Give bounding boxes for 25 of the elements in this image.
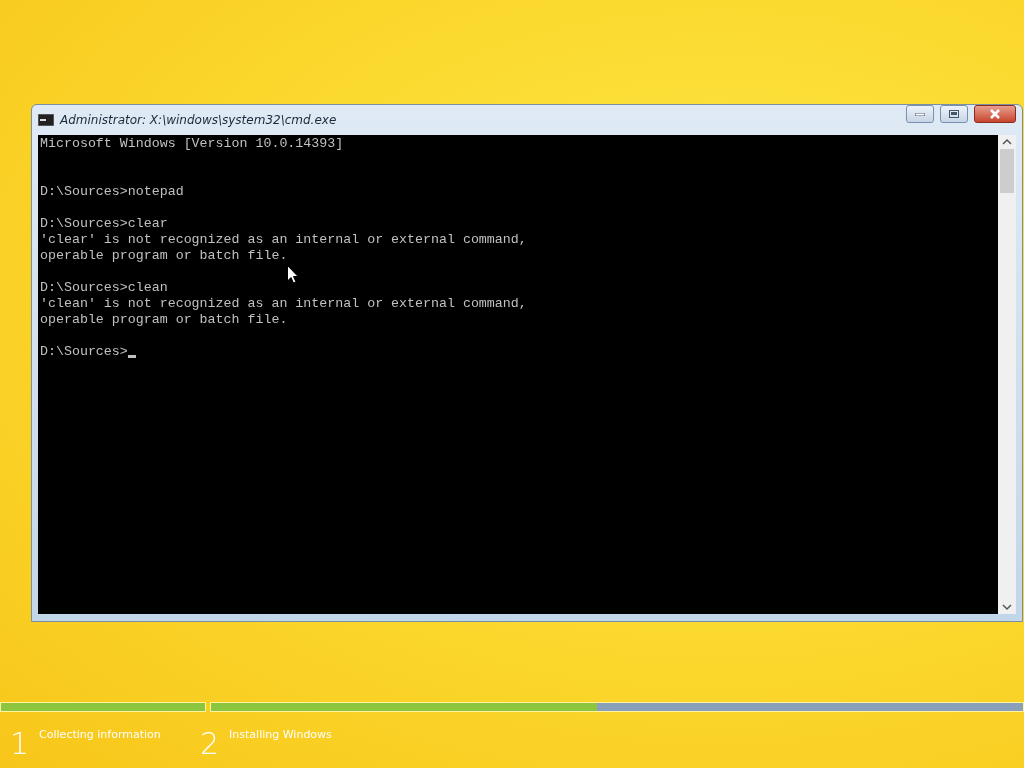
command-prompt: D:\Sources>: [40, 344, 128, 360]
maximize-button[interactable]: [940, 105, 968, 123]
console-line: D:\Sources>notepad: [40, 184, 184, 200]
console-line: D:\Sources>clear: [40, 216, 168, 232]
step-label: Collecting information: [39, 728, 161, 743]
console-line: 'clear' is not recognized as an internal or external command,: [40, 232, 527, 248]
scrollbar-thumb[interactable]: [1000, 149, 1014, 193]
step-number: 1: [10, 728, 30, 760]
console-line: 'clean' is not recognized as an internal or external command,: [40, 296, 527, 312]
console-line: Microsoft Windows [Version 10.0.14393]: [40, 136, 344, 152]
maximize-icon: [949, 110, 959, 118]
minimize-button[interactable]: [906, 105, 934, 123]
step-number: 2: [200, 728, 220, 760]
vertical-scrollbar[interactable]: [998, 135, 1016, 614]
console-line: operable program or batch file.: [40, 312, 288, 328]
minimize-icon: [915, 112, 925, 116]
console-icon: [38, 114, 54, 126]
close-icon: [989, 109, 1001, 119]
console-line: D:\Sources>clean: [40, 280, 168, 296]
text-cursor: [127, 355, 136, 358]
step-label: Installing Windows: [229, 728, 332, 743]
console-line: operable program or batch file.: [40, 248, 288, 264]
mouse-pointer-icon: [287, 265, 299, 284]
window-title: Administrator: X:\windows\system32\cmd.exe: [60, 113, 338, 127]
close-button[interactable]: [974, 105, 1016, 123]
